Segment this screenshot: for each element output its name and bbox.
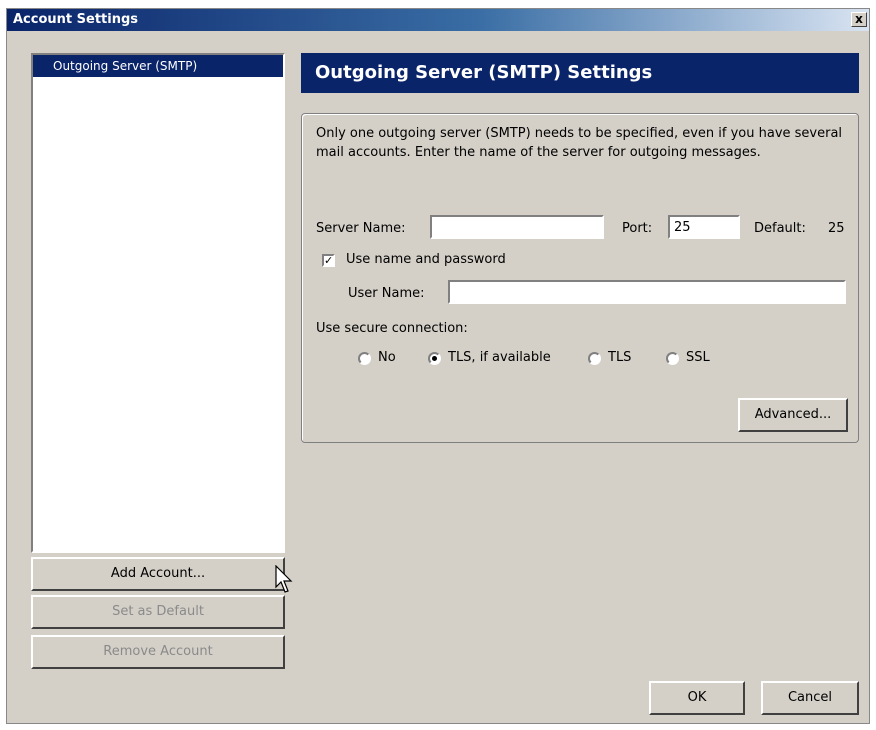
use-name-password-checkbox[interactable]: ✓	[322, 254, 335, 267]
check-icon: ✓	[324, 254, 334, 267]
cancel-label: Cancel	[787, 690, 833, 705]
port-input[interactable]	[668, 215, 740, 239]
cancel-button[interactable]: Cancel	[761, 681, 859, 715]
window-title: Account Settings	[13, 12, 139, 27]
secure-ssl-radio[interactable]	[666, 352, 679, 365]
secure-tls-radio[interactable]	[588, 352, 601, 365]
account-list[interactable]: Outgoing Server (SMTP)	[31, 53, 285, 553]
close-icon: x	[855, 12, 863, 26]
advanced-button[interactable]: Advanced...	[738, 398, 848, 432]
server-name-input[interactable]	[430, 215, 604, 239]
secure-tls-if-available-label: TLS, if available	[448, 350, 551, 365]
use-name-password-label: Use name and password	[346, 252, 506, 267]
default-port-value: 25	[828, 221, 845, 236]
account-settings-window: Account Settings x Outgoing Server (SMTP…	[6, 8, 870, 724]
secure-no-radio[interactable]	[358, 352, 371, 365]
ok-button[interactable]: OK	[649, 681, 745, 715]
page-title-text: Outgoing Server (SMTP) Settings	[315, 62, 653, 83]
mouse-pointer-icon	[275, 565, 293, 593]
secure-tls-if-available-radio[interactable]	[428, 352, 441, 365]
account-item-label: Outgoing Server (SMTP)	[53, 59, 198, 73]
add-account-button[interactable]: Add Account...	[31, 557, 285, 591]
account-item-outgoing-server[interactable]: Outgoing Server (SMTP)	[33, 55, 283, 77]
ok-label: OK	[687, 690, 707, 705]
set-as-default-button[interactable]: Set as Default	[31, 595, 285, 629]
server-name-label: Server Name:	[316, 221, 406, 236]
default-port-label: Default:	[754, 221, 806, 236]
remove-account-button[interactable]: Remove Account	[31, 635, 285, 669]
smtp-description: Only one outgoing server (SMTP) needs to…	[316, 126, 843, 160]
secure-ssl-label: SSL	[686, 350, 710, 365]
secure-connection-label: Use secure connection:	[316, 321, 468, 336]
close-button[interactable]: x	[851, 12, 867, 27]
advanced-label: Advanced...	[754, 407, 832, 422]
secure-tls-label: TLS	[608, 350, 632, 365]
secure-no-label: No	[378, 350, 396, 365]
add-account-label: Add Account...	[110, 566, 206, 581]
user-name-input[interactable]	[448, 280, 846, 304]
user-name-label: User Name:	[348, 286, 425, 301]
remove-account-label: Remove Account	[103, 644, 213, 659]
set-as-default-label: Set as Default	[112, 604, 204, 619]
port-label: Port:	[622, 221, 653, 236]
smtp-settings-group: Only one outgoing server (SMTP) needs to…	[301, 113, 859, 443]
title-bar: Account Settings x	[7, 9, 869, 31]
page-title: Outgoing Server (SMTP) Settings	[301, 53, 859, 93]
